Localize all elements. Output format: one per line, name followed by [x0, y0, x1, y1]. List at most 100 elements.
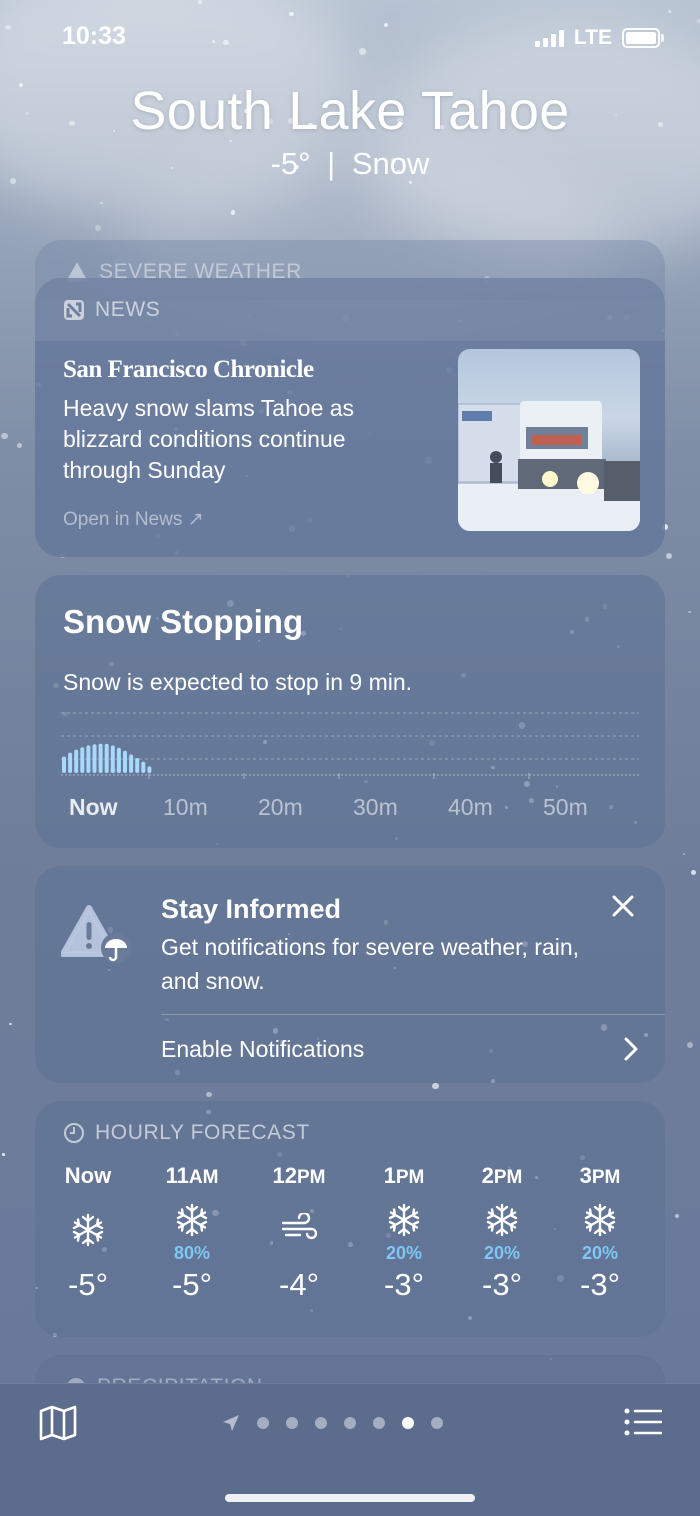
precip-chance: 80% [173, 1243, 211, 1263]
precip-bar [104, 743, 109, 773]
snowflake-particle [198, 0, 203, 5]
snowflake-particle [690, 870, 696, 875]
precip-bar [147, 766, 152, 773]
precip-chance: 20% [385, 1243, 423, 1263]
snowflake-particle [230, 210, 236, 216]
chart-tick-label: 10m [163, 794, 208, 820]
precip-bar [92, 744, 97, 773]
current-conditions: -5° | Snow [0, 146, 700, 182]
chart-tick-label: 40m [448, 794, 493, 820]
hour-temp: -3° [482, 1267, 522, 1302]
news-header: NEWS [95, 297, 161, 321]
snowflake-particle [687, 610, 691, 614]
hour-ampm: PM [493, 1167, 523, 1188]
page-dot[interactable] [257, 1417, 269, 1429]
snowflake-icon [147, 1203, 237, 1243]
minute-card-description: Snow is expected to stop in 9 min. [63, 669, 413, 695]
page-dot[interactable] [286, 1417, 298, 1429]
location-header: South Lake Tahoe -5° | Snow [0, 80, 700, 182]
divider [161, 1014, 665, 1015]
page-dot[interactable] [402, 1417, 414, 1429]
battery-icon [622, 28, 664, 48]
conditions-separator: | [327, 146, 336, 181]
hour-ampm: PM [591, 1167, 621, 1188]
snowflake-particle [682, 852, 685, 855]
open-in-news-link[interactable]: Open in News ↗ [63, 508, 204, 531]
precip-bar [98, 743, 103, 773]
hour-ampm: PM [395, 1167, 425, 1188]
hour-label: Now [64, 1163, 112, 1188]
precip-bar [135, 758, 140, 773]
location-name: South Lake Tahoe [130, 81, 570, 141]
snowflake-icon [359, 1203, 449, 1243]
news-source: San Francisco Chronicle [63, 356, 314, 383]
hourly-forecast-card[interactable]: HOURLY FORECAST Now -5° 11AM 80% -5° 12PM -4° 1… [35, 1101, 665, 1337]
status-bar: 10:33 LTE [0, 22, 700, 58]
snowflake-icon [555, 1203, 645, 1243]
precip-bar [116, 747, 121, 773]
snowflake-particle [206, 1091, 212, 1098]
page-dot[interactable] [373, 1417, 385, 1429]
snowflake-particle [16, 443, 22, 449]
map-icon[interactable] [38, 1404, 78, 1442]
page-indicator[interactable] [222, 1414, 443, 1432]
hour-temp: -3° [580, 1267, 620, 1302]
hourly-item: 1PM 20% -3° [359, 1163, 449, 1303]
hour-temp: -4° [279, 1267, 319, 1302]
hourly-item: 12PM -4° [254, 1163, 344, 1303]
chevron-right-icon[interactable] [623, 1036, 639, 1062]
minute-card-title: Snow Stopping [63, 603, 304, 640]
location-arrow-icon [223, 1415, 239, 1431]
precip-bar [129, 754, 134, 773]
news-headline[interactable]: Heavy snow slams Tahoe as blizzard condi… [63, 393, 423, 486]
clock-icon [64, 1123, 84, 1143]
hour-label: 1PM [383, 1163, 425, 1188]
hour-temp: -3° [384, 1267, 424, 1302]
hourly-item: 3PM 20% -3° [555, 1163, 645, 1303]
bottom-toolbar [0, 1383, 700, 1516]
close-icon[interactable] [607, 890, 639, 922]
news-card[interactable]: NEWS San Francisco Chronicle Heavy snow … [35, 278, 665, 557]
chart-tick-label: 20m [258, 794, 303, 820]
snowflake-particle [675, 1213, 680, 1219]
precip-bar [86, 745, 91, 773]
page-dot[interactable] [315, 1417, 327, 1429]
status-time: 10:33 [62, 22, 126, 50]
snowflake-particle [1, 432, 9, 440]
hourly-item: 2PM 20% -3° [457, 1163, 547, 1303]
precip-chance: 20% [483, 1243, 521, 1263]
alert-umbrella-icon [61, 905, 131, 963]
precip-bar [68, 752, 73, 773]
page-dot[interactable] [344, 1417, 356, 1429]
next-hour-precip-card[interactable]: Snow Stopping Snow is expected to stop i… [35, 575, 665, 848]
minute-precip-chart: Now 10m 20m 30m 40m 50m [61, 712, 639, 820]
hour-temp: -5° [68, 1267, 108, 1302]
news-thumbnail[interactable] [458, 349, 640, 531]
current-temp: -5° [270, 146, 311, 181]
cellular-signal-icon [534, 29, 564, 47]
precip-bar [123, 750, 127, 773]
news-icon [64, 299, 84, 320]
snowflake-particle [665, 552, 672, 560]
page-dot[interactable] [431, 1417, 443, 1429]
hour-label: 12PM [272, 1163, 326, 1188]
hour-label: 2PM [481, 1163, 523, 1188]
hourly-header: HOURLY FORECAST [95, 1121, 310, 1144]
precip-chance [43, 1253, 133, 1265]
precip-chance: 20% [581, 1243, 619, 1263]
snowflake-particle [95, 225, 102, 232]
stay-informed-description: Get notifications for severe weather, ra… [161, 934, 580, 994]
hour-label: 3PM [579, 1163, 621, 1188]
current-condition: Snow [351, 146, 430, 181]
list-icon[interactable] [624, 1408, 662, 1436]
snowflake-particle [289, 11, 294, 16]
chart-tick-label: 30m [353, 794, 398, 820]
enable-notifications-button[interactable]: Enable Notifications [161, 1036, 364, 1063]
snowflake-particle [100, 201, 103, 204]
precip-bar [110, 745, 115, 773]
snowflake-particle [8, 1022, 12, 1026]
chart-tick-label: Now [69, 794, 118, 820]
network-type: LTE [573, 26, 612, 49]
stay-informed-title: Stay Informed [161, 894, 342, 924]
hourly-item: Now -5° [43, 1163, 133, 1303]
